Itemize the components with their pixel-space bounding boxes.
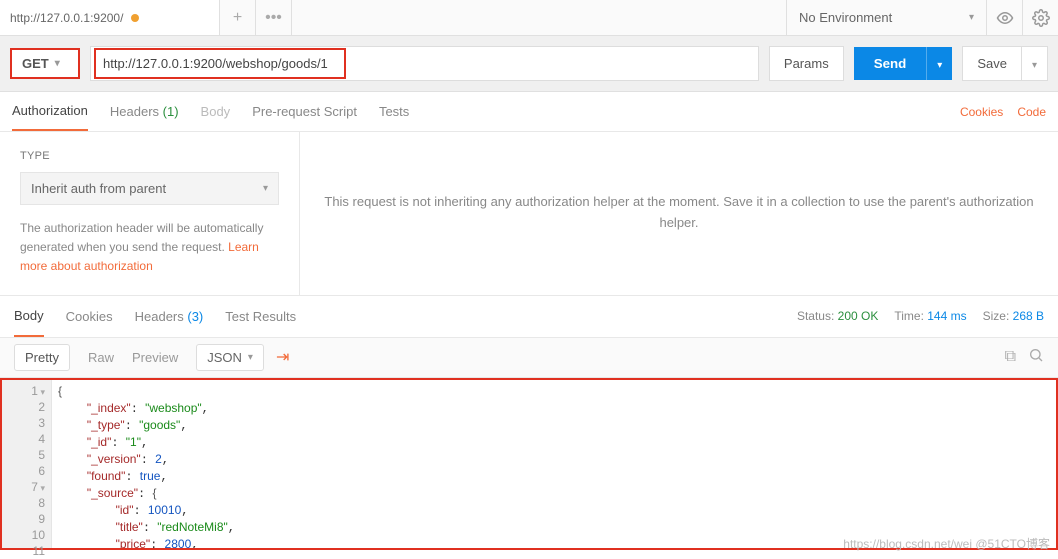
tab-tests[interactable]: Tests: [379, 93, 409, 130]
code-content: { "_index": "webshop", "_type": "goods",…: [52, 380, 1056, 548]
chevron-down-icon: ▾: [937, 60, 942, 71]
line-gutter: 1234567891011: [2, 380, 52, 548]
method-select[interactable]: GET ▾: [10, 48, 80, 79]
params-button[interactable]: Params: [769, 46, 844, 81]
quicklook-icon[interactable]: [986, 0, 1022, 35]
chevron-down-icon: ▾: [55, 58, 60, 69]
resp-tab-headers[interactable]: Headers (3): [135, 297, 204, 336]
resp-tab-tests[interactable]: Test Results: [225, 297, 296, 336]
tab-authorization[interactable]: Authorization: [12, 92, 88, 131]
save-button[interactable]: Save: [962, 46, 1022, 81]
wrap-lines-icon[interactable]: ⇥: [276, 347, 289, 367]
time-meta: Time: 144 ms: [894, 309, 966, 323]
response-body[interactable]: 1234567891011 { "_index": "webshop", "_t…: [0, 378, 1058, 550]
resp-tab-cookies[interactable]: Cookies: [66, 297, 113, 336]
watermark: https://blog.csdn.net/wei @51CTO博客: [843, 535, 1050, 552]
chevron-down-icon: ▾: [263, 183, 268, 194]
tab-title: http://127.0.0.1:9200/: [10, 11, 123, 25]
tab-body[interactable]: Body: [201, 93, 231, 130]
tab-prerequest[interactable]: Pre-request Script: [252, 93, 357, 130]
send-dropdown[interactable]: ▾: [926, 47, 952, 80]
save-dropdown[interactable]: ▾: [1022, 46, 1048, 81]
auth-type-value: Inherit auth from parent: [31, 181, 166, 196]
chevron-down-icon: ▾: [248, 352, 253, 363]
new-tab-button[interactable]: +: [220, 0, 256, 35]
environment-select[interactable]: No Environment ▾: [786, 0, 986, 35]
environment-label: No Environment: [799, 10, 892, 25]
auth-type-select[interactable]: Inherit auth from parent ▾: [20, 172, 279, 205]
tab-headers[interactable]: Headers (1): [110, 93, 179, 130]
request-tab[interactable]: http://127.0.0.1:9200/: [0, 0, 220, 35]
status-meta: Status: 200 OK: [797, 309, 878, 323]
cookies-link[interactable]: Cookies: [960, 105, 1003, 119]
type-label: TYPE: [20, 150, 279, 162]
auth-helper-message: This request is not inheriting any autho…: [300, 132, 1058, 295]
view-raw[interactable]: Raw: [88, 350, 114, 365]
url-input[interactable]: [90, 46, 759, 81]
copy-icon[interactable]: ⧉: [1005, 348, 1016, 366]
resp-tab-body[interactable]: Body: [14, 296, 44, 337]
send-button[interactable]: Send: [854, 47, 927, 80]
method-label: GET: [22, 56, 49, 71]
view-pretty[interactable]: Pretty: [14, 344, 70, 371]
auth-description: The authorization header will be automat…: [20, 219, 279, 277]
code-link[interactable]: Code: [1017, 105, 1046, 119]
unsaved-dot-icon: [131, 14, 139, 22]
format-select[interactable]: JSON ▾: [196, 344, 264, 371]
tab-overflow-button[interactable]: •••: [256, 0, 292, 35]
view-preview[interactable]: Preview: [132, 350, 178, 365]
search-icon[interactable]: [1028, 347, 1044, 368]
settings-icon[interactable]: [1022, 0, 1058, 35]
size-meta: Size: 268 B: [983, 309, 1044, 323]
chevron-down-icon: ▾: [969, 12, 974, 23]
chevron-down-icon: ▾: [1032, 60, 1037, 71]
